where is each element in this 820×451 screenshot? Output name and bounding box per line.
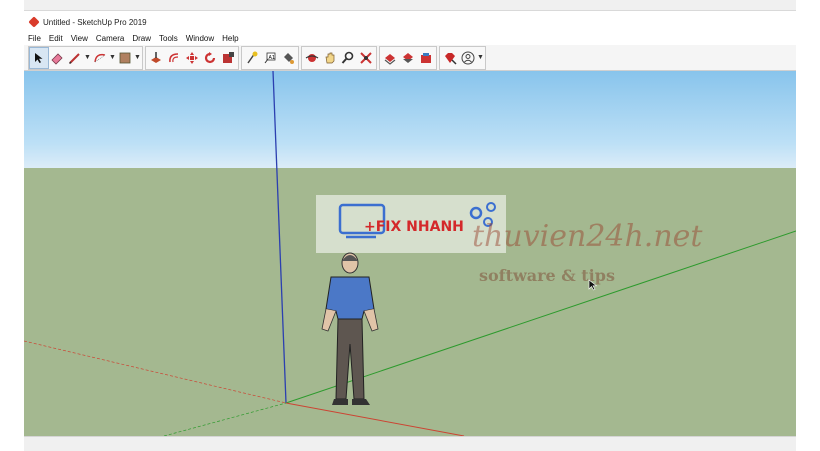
rectangle-icon[interactable] (116, 48, 134, 68)
sketchup-window: Untitled - SketchUp Pro 2019 File Edit V… (24, 0, 796, 451)
tape-measure-icon[interactable] (243, 48, 261, 68)
toolbar-group-warehouse (379, 45, 437, 70)
svg-text:A1: A1 (269, 55, 276, 61)
ruby-icon[interactable] (441, 48, 459, 68)
pencil-line-icon[interactable] (66, 48, 84, 68)
green-axis-dotted (163, 402, 287, 436)
account-icon[interactable] (459, 48, 477, 68)
chevron-down-icon[interactable]: ▼ (109, 54, 116, 61)
chevron-down-icon[interactable]: ▼ (84, 54, 91, 61)
toolbar-group-camera (301, 45, 377, 70)
scale-icon[interactable] (219, 48, 237, 68)
menu-draw[interactable]: Draw (128, 32, 155, 45)
chevron-down-icon[interactable]: ▼ (134, 54, 141, 61)
menu-bar: File Edit View Camera Draw Tools Window … (24, 32, 796, 45)
menu-camera[interactable]: Camera (92, 32, 128, 45)
toolbar-group-extras: ▼ (439, 45, 486, 70)
text-icon[interactable]: A1 (261, 48, 279, 68)
menu-tools[interactable]: Tools (155, 32, 182, 45)
red-axis-dotted (24, 340, 287, 404)
chevron-down-icon[interactable]: ▼ (477, 54, 484, 61)
modeling-viewport[interactable]: +FIX NHANH thuvien24h.net software & tip… (24, 71, 796, 436)
scale-figure (321, 252, 379, 405)
title-bar: Untitled - SketchUp Pro 2019 (24, 10, 796, 33)
toolbar-group-construction: A1 (241, 45, 299, 70)
paint-bucket-icon[interactable] (279, 48, 297, 68)
menu-view[interactable]: View (67, 32, 92, 45)
watermark-brand: +FIX NHANH (364, 219, 464, 235)
toolbar-group-drawing: ▼ ▼ ▼ (28, 45, 143, 70)
eraser-icon[interactable] (48, 48, 66, 68)
offset-icon[interactable] (165, 48, 183, 68)
component-icon[interactable] (417, 48, 435, 68)
pan-icon[interactable] (321, 48, 339, 68)
rotate-icon[interactable] (201, 48, 219, 68)
status-bar (24, 436, 796, 451)
sketchup-app-icon (28, 16, 40, 28)
orbit-icon[interactable] (303, 48, 321, 68)
zoom-extents-icon[interactable] (357, 48, 375, 68)
menu-window[interactable]: Window (182, 32, 218, 45)
menu-file[interactable]: File (24, 32, 45, 45)
push-pull-icon[interactable] (147, 48, 165, 68)
watermark-site: thuvien24h.net (472, 219, 703, 254)
toolbar-group-modify (145, 45, 239, 70)
warehouse-icon[interactable] (381, 48, 399, 68)
select-icon[interactable] (29, 46, 49, 69)
extension-icon[interactable] (399, 48, 417, 68)
menu-help[interactable]: Help (218, 32, 242, 45)
zoom-icon[interactable] (339, 48, 357, 68)
menu-edit[interactable]: Edit (45, 32, 67, 45)
move-icon[interactable] (183, 48, 201, 68)
main-toolbar: ▼ ▼ ▼ A1 ▼ (24, 45, 796, 71)
window-title: Untitled - SketchUp Pro 2019 (43, 17, 147, 27)
arc-icon[interactable] (91, 48, 109, 68)
mouse-cursor-icon (588, 279, 598, 291)
blue-axis (272, 71, 287, 404)
